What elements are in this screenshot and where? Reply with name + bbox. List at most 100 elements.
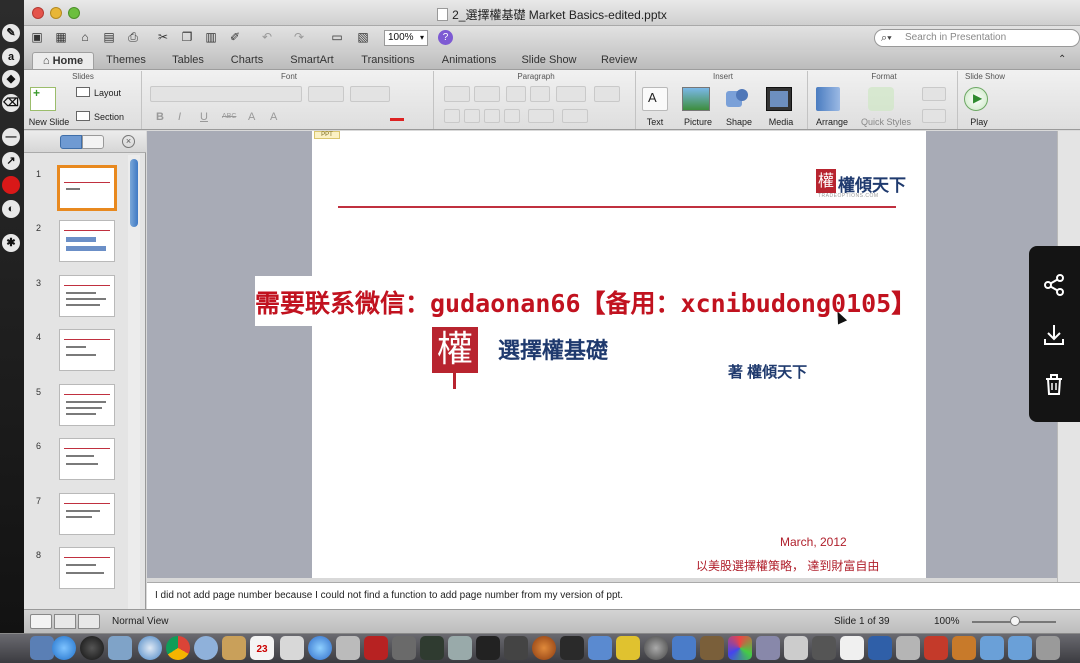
slide[interactable]: PPT 權 權傾天下 TRADEOPTIONS.COM 權 選擇權基礎 著 權傾… (312, 131, 926, 578)
red-color-icon[interactable] (2, 176, 20, 194)
finder-icon[interactable] (30, 636, 54, 660)
text-tool-icon[interactable]: a (2, 48, 20, 66)
slide-thumbnail-7[interactable] (59, 493, 115, 535)
utility-icon[interactable] (504, 636, 528, 660)
powerpoint-dock-icon[interactable] (364, 636, 388, 660)
save-icon[interactable]: ▤ (100, 29, 118, 46)
slide-thumbnail-4[interactable] (59, 329, 115, 371)
align-center-icon[interactable] (464, 109, 480, 123)
safari-icon[interactable] (138, 636, 162, 660)
normal-view-button[interactable] (30, 614, 52, 629)
italic-button[interactable]: I (178, 111, 181, 123)
fill-icon[interactable] (922, 87, 946, 101)
slide-thumbnail-3[interactable] (59, 275, 115, 317)
numbering-icon[interactable] (474, 86, 500, 102)
new-slide-button[interactable]: New Slide (26, 117, 72, 127)
dictionary-icon[interactable] (532, 636, 556, 660)
justify-icon[interactable] (504, 109, 520, 123)
app-icon-4[interactable] (644, 636, 668, 660)
pen-tool-icon[interactable]: ✎ (2, 24, 20, 42)
media-button[interactable]: Media (762, 117, 800, 127)
sidebar-toggle-icon[interactable]: ▧ (354, 29, 372, 46)
slide-thumbnail-5[interactable] (59, 384, 115, 426)
app-icon-6[interactable] (700, 636, 724, 660)
search-input[interactable]: ⌕▾ Search in Presentation (874, 29, 1080, 47)
tab-themes[interactable]: Themes (100, 52, 152, 69)
shape-tool-icon[interactable]: ◐ (2, 200, 20, 218)
trash-dock-icon[interactable] (1036, 636, 1060, 660)
itunes-icon[interactable] (308, 636, 332, 660)
new-slide-icon[interactable]: + (30, 86, 56, 111)
tab-slide-show[interactable]: Slide Show (516, 52, 582, 69)
copy-icon[interactable]: ❐ (178, 29, 196, 46)
arrow-tool-icon[interactable]: ↗ (2, 152, 20, 170)
collapse-ribbon-icon[interactable]: ⌃ (1058, 54, 1066, 65)
font-color-icon[interactable] (390, 111, 404, 121)
quick-styles-button[interactable]: Quick Styles (858, 117, 914, 127)
calendar-icon[interactable]: 23 (250, 636, 274, 660)
app-icon-10[interactable] (812, 636, 836, 660)
format-painter-icon[interactable]: ✐ (226, 29, 244, 46)
activity-monitor-icon[interactable] (420, 636, 444, 660)
tab-smartart[interactable]: SmartArt (282, 52, 342, 69)
outline-view-tab[interactable] (82, 135, 104, 149)
preview-icon[interactable] (336, 636, 360, 660)
shape-button[interactable]: Shape (722, 117, 756, 127)
bullets-icon[interactable] (444, 86, 470, 102)
slides-view-tab[interactable] (60, 135, 82, 149)
app-icon-7[interactable] (728, 636, 752, 660)
layout-button[interactable]: Layout (94, 88, 121, 98)
app-icon-13[interactable] (896, 636, 920, 660)
align-left-icon[interactable] (444, 109, 460, 123)
superscript-button[interactable]: A (248, 111, 255, 123)
slide-thumbnail-6[interactable] (59, 438, 115, 480)
tab-review[interactable]: Review (594, 52, 644, 69)
chrome-icon[interactable] (166, 636, 190, 660)
eraser-icon[interactable]: ⌫ (2, 94, 20, 112)
tab-home[interactable]: ⌂ Home (32, 52, 94, 69)
columns-icon[interactable] (594, 86, 620, 102)
tab-charts[interactable]: Charts (222, 52, 272, 69)
open-icon[interactable]: ⌂ (76, 29, 94, 46)
contacts-icon[interactable] (222, 636, 246, 660)
play-button[interactable]: Play (960, 117, 998, 127)
zoom-slider-knob[interactable] (1010, 616, 1020, 626)
arrange-button[interactable]: Arrange (810, 117, 854, 127)
section-button[interactable]: Section (94, 112, 124, 122)
share-icon[interactable] (1041, 272, 1067, 298)
slide-thumbnail-1[interactable] (57, 165, 117, 211)
app-store-icon[interactable] (52, 636, 76, 660)
redo-icon[interactable]: ↷ (290, 29, 308, 46)
text-direction-icon[interactable] (528, 109, 554, 123)
app-icon-11[interactable] (840, 636, 864, 660)
notes-pane[interactable]: I did not add page number because I coul… (147, 582, 1080, 609)
line-spacing-icon[interactable] (556, 86, 586, 102)
font-name-select[interactable] (150, 86, 302, 102)
help-icon[interactable]: ? (438, 30, 453, 45)
tab-transitions[interactable]: Transitions (354, 52, 422, 69)
terminal-icon[interactable] (476, 636, 500, 660)
app-icon-3[interactable] (616, 636, 640, 660)
new-document-icon[interactable]: ▣ (28, 29, 46, 46)
stamp-tool-icon[interactable]: ◆ (2, 70, 20, 88)
slide-sorter-icon[interactable]: ▭ (328, 29, 346, 46)
system-prefs-icon[interactable] (392, 636, 416, 660)
close-sidebar-icon[interactable]: × (122, 135, 135, 148)
slide-sorter-view-button[interactable] (54, 614, 76, 629)
paste-icon[interactable]: ▥ (202, 29, 220, 46)
downloads-folder-icon[interactable] (1008, 636, 1032, 660)
app-icon-9[interactable] (784, 636, 808, 660)
subscript-button[interactable]: A (270, 111, 277, 123)
indent-icon[interactable] (530, 86, 550, 102)
folder-icon[interactable] (980, 636, 1004, 660)
bold-button[interactable]: B (156, 111, 164, 123)
tab-animations[interactable]: Animations (434, 52, 504, 69)
disk-utility-icon[interactable] (448, 636, 472, 660)
strikethrough-button[interactable]: ABC (222, 113, 236, 120)
align-right-icon[interactable] (484, 109, 500, 123)
undo-icon[interactable]: ↶ (258, 29, 276, 46)
underline-button[interactable]: U (200, 111, 208, 123)
settings-icon[interactable]: ✱ (2, 234, 20, 252)
app-icon-12[interactable] (868, 636, 892, 660)
print-icon[interactable]: ⎙ (124, 29, 142, 46)
